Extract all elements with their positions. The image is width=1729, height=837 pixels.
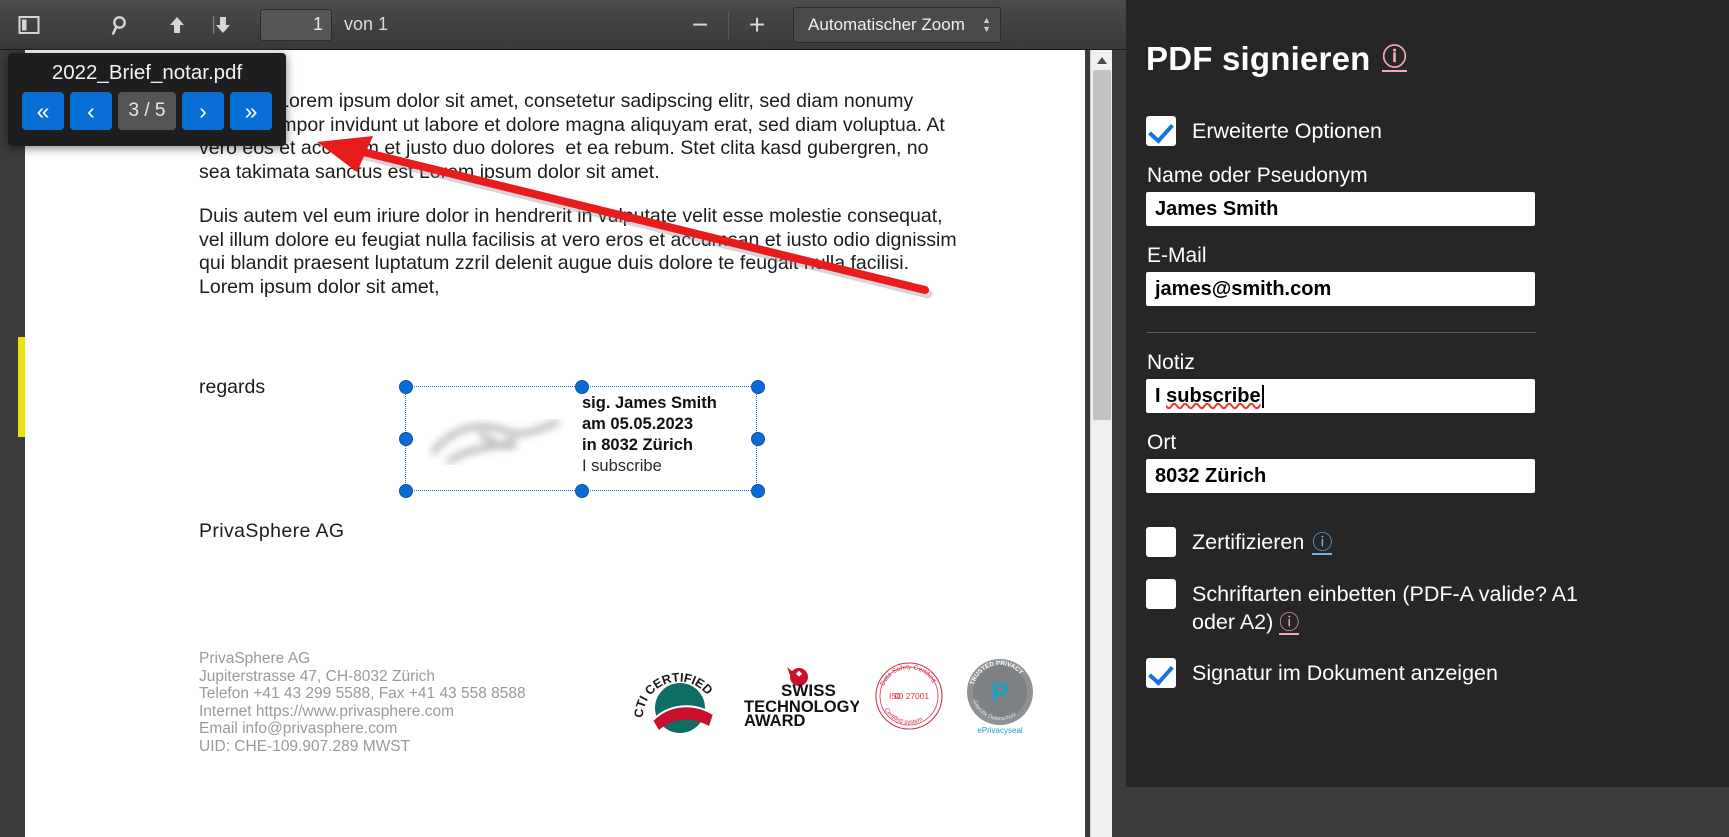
certify-checkbox[interactable] [1146,527,1176,557]
signature-line-3: in 8032 Zürich [582,436,693,454]
file-navigation-overlay: 2022_Brief_notar.pdf « ‹ 3 / 5 › » [8,53,286,146]
email-input[interactable]: james@smith.com [1146,272,1535,306]
zoom-out-button[interactable]: − [678,7,722,43]
resize-handle-bottom-left[interactable] [399,484,413,498]
panel-title-text: PDF signieren [1146,40,1371,77]
panel-title: PDF signieren ⓘ [1146,40,1689,78]
svg-text:P: P [991,677,1008,707]
chevron-up-icon [1097,56,1107,64]
page-number-input[interactable] [260,8,332,41]
svg-text:AWARD: AWARD [744,712,806,728]
text-caret [1261,384,1264,408]
vertical-scrollbar[interactable] [1090,50,1112,837]
pdf-sign-panel: PDF signieren ⓘ Erweiterte Optionen Name… [1126,0,1729,787]
search-button[interactable] [100,7,142,43]
file-counter: 3 / 5 [118,92,176,130]
embed-fonts-checkbox[interactable] [1146,579,1176,609]
signature-note: I subscribe [582,457,662,475]
next-file-button[interactable]: › [182,92,224,130]
show-signature-checkbox[interactable] [1146,658,1176,688]
place-input[interactable]: 8032 Zürich [1146,459,1535,493]
iso-27001-seal-logo: Data Safety Certified Certified system I… [875,662,943,730]
embed-fonts-label: Schriftarten einbetten (PDF-A valide? A1… [1192,582,1579,634]
resize-handle-bottom-right[interactable] [751,484,765,498]
info-icon[interactable]: ⓘ [1382,46,1407,72]
note-field-label: Notiz [1147,351,1195,374]
certification-logos: CTI CERTIFIED SWISS TECHNOLOGY AWARD Dat… [633,654,1053,740]
svg-text:Data Safety Certified: Data Safety Certified [879,664,937,687]
show-signature-row[interactable]: Signatur im Dokument anzeigen [1146,658,1689,688]
signature-line-1: sig. James Smith [582,394,717,412]
certify-row[interactable]: Zertifizieren ⓘ [1146,527,1689,557]
svg-text:Certified system: Certified system [883,707,924,726]
place-field-label: Ort [1147,431,1177,454]
scrollbar-thumb[interactable] [1093,70,1111,420]
embed-fonts-row[interactable]: Schriftarten einbetten (PDF-A valide? A1… [1146,579,1689,636]
zoom-level-select[interactable]: Automatischer Zoom ▲ ▼ [793,6,1002,43]
advanced-options-label: Erweiterte Optionen [1192,119,1383,143]
email-field-label: E-Mail [1147,244,1207,267]
signature-metadata: sig. James Smith am 05.05.2023 in 8032 Z… [582,393,758,477]
sidebar-toggle-icon [18,15,40,34]
name-input-value: James Smith [1155,197,1279,220]
previous-page-button[interactable] [156,7,198,43]
overlay-file-name: 2022_Brief_notar.pdf [51,61,243,84]
advanced-options-row[interactable]: Erweiterte Optionen [1146,116,1689,146]
pdf-viewer-app: von 1 − + Automatischer Zoom ▲▼ [0,0,1729,837]
note-input-value-word-2: subscribe [1166,384,1261,407]
certify-label: Zertifizieren [1192,530,1305,554]
zoom-controls: − + Automatischer Zoom ▲ ▼ [678,6,1002,43]
show-signature-label: Signatur im Dokument anzeigen [1192,661,1498,685]
resize-handle-bottom-center[interactable] [575,484,589,498]
document-paragraph-2: Duis autem vel eum iriure dolor in hendr… [199,205,957,298]
note-input[interactable]: I subscribe [1146,379,1535,413]
name-field-label: Name oder Pseudonym [1147,164,1368,187]
zoom-in-button[interactable]: + [735,7,779,43]
cti-certified-logo: CTI CERTIFIED [633,670,715,733]
email-input-value: james@smith.com [1155,277,1332,300]
resize-handle-top-right[interactable] [751,380,765,394]
sidebar-toggle-button[interactable] [8,7,50,43]
previous-file-button[interactable]: ‹ [70,92,112,130]
viewer-gutter [1112,50,1126,837]
handwritten-signature-image [430,419,560,465]
info-icon[interactable]: ⓘ [1312,533,1333,555]
place-input-value: 8032 Zürich [1155,464,1267,487]
document-footer-address: PrivaSphere AG Jupiterstrasse 47, CH-803… [199,650,526,755]
resize-handle-top-left[interactable] [399,380,413,394]
overlay-nav-row: « ‹ 3 / 5 › » [22,92,272,130]
arrow-up-icon [170,16,184,33]
zoom-level-value: Automatischer Zoom [808,14,965,34]
info-icon[interactable]: ⓘ [1279,613,1300,635]
eprivacyseal-trusted-privacy-logo: TRUSTED PRIVACY Geprüfte Datenschutz P e… [967,659,1033,735]
arrow-down-icon [212,15,230,34]
swiss-technology-award-logo: SWISS TECHNOLOGY AWARD [744,667,859,728]
last-file-button[interactable]: » [230,92,272,130]
toolbar-separator [728,10,730,39]
advanced-options-checkbox[interactable] [1146,116,1176,146]
document-company-name: PrivaSphere AG [199,520,345,542]
name-input[interactable]: James Smith [1146,192,1535,226]
resize-handle-middle-left[interactable] [399,432,413,446]
signature-selection-box[interactable]: sig. James Smith am 05.05.2023 in 8032 Z… [399,380,765,498]
search-icon [111,15,126,35]
document-regards: regards [199,376,266,398]
pdf-page[interactable]: sit amet. Lorem ipsum dolor sit amet, co… [25,50,1085,837]
signature-line-2: am 05.05.2023 [582,415,694,433]
document-paragraph-1: sit amet. Lorem ipsum dolor sit amet, co… [199,90,945,183]
resize-handle-middle-right[interactable] [751,432,765,446]
panel-divider [1147,332,1536,333]
next-page-button[interactable] [202,7,244,43]
first-file-button[interactable]: « [22,92,64,130]
chevron-down-icon: ▲ ▼ [982,14,992,34]
resize-handle-top-center[interactable] [575,380,589,394]
svg-text:ePrivacyseal: ePrivacyseal [977,726,1023,735]
page-total-label: von 1 [344,14,389,34]
scroll-up-button[interactable] [1091,50,1113,70]
